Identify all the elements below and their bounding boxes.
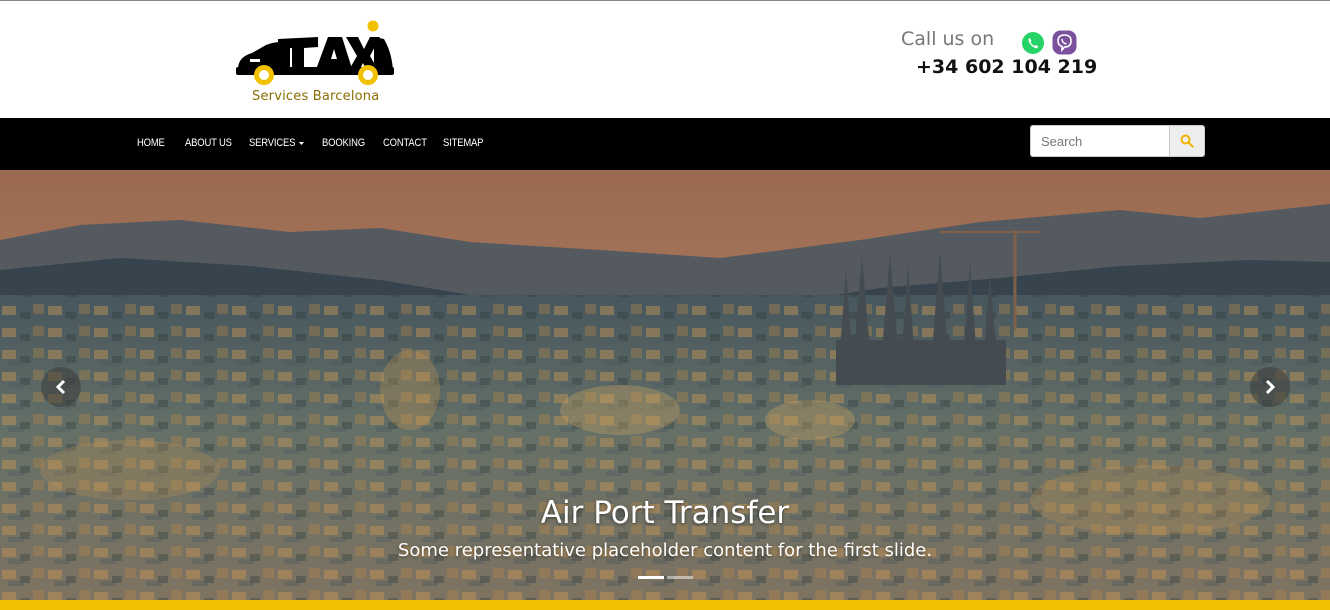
whatsapp-icon[interactable] [1021, 31, 1045, 55]
call-us-label: Call us on [901, 28, 995, 50]
site-header: Services Barcelona Call us on +34 602 10… [0, 1, 1330, 118]
hero-carousel: Air Port Transfer Some representative pl… [0, 170, 1330, 600]
logo-tagline: Services Barcelona [252, 89, 380, 104]
viber-icon[interactable] [1052, 30, 1077, 55]
carousel-indicator-1[interactable] [638, 576, 664, 579]
search-input[interactable] [1030, 125, 1170, 157]
nav-item-services-label: SERVICES [249, 137, 296, 149]
carousel-next-button[interactable] [1250, 367, 1290, 407]
search-icon [1180, 134, 1194, 148]
nav-item-services[interactable]: SERVICES [249, 137, 304, 149]
slide-text: Some representative placeholder content … [397, 540, 933, 561]
slide-title: Air Port Transfer [540, 495, 790, 531]
search-form [1030, 125, 1205, 157]
search-button[interactable] [1169, 125, 1205, 157]
carousel-indicator-2[interactable] [667, 576, 693, 579]
chevron-left-icon [55, 379, 66, 395]
chevron-down-icon [298, 141, 304, 145]
nav-item-about-us[interactable]: ABOUT US [185, 137, 232, 149]
nav-item-sitemap[interactable]: SITEMAP [443, 137, 483, 149]
phone-number[interactable]: +34 602 104 219 [916, 56, 1097, 78]
nav-item-booking[interactable]: BOOKING [322, 137, 365, 149]
chevron-right-icon [1265, 379, 1276, 395]
nav-item-contact[interactable]: CONTACT [383, 137, 427, 149]
barcelona-cityscape-image [0, 170, 1330, 600]
accent-bar [0, 600, 1330, 610]
carousel-prev-button[interactable] [41, 367, 81, 407]
nav-item-home[interactable]: HOME [137, 137, 165, 149]
